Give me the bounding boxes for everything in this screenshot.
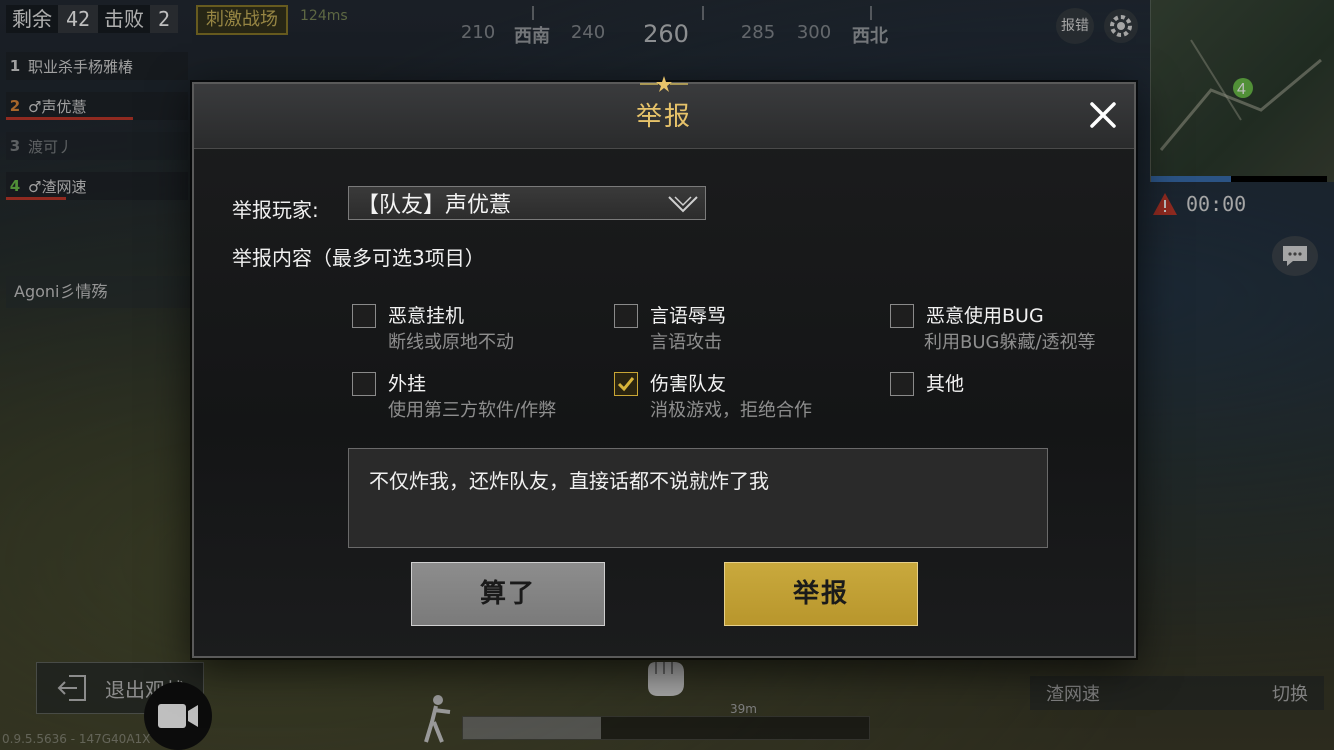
option-desc: 消极游戏，拒绝合作 — [650, 400, 812, 421]
option-title: 外挂 — [388, 373, 427, 395]
star-ornament-icon — [640, 76, 688, 92]
option-bug-abuse[interactable]: 恶意使用BUG 利用BUG躲藏/透视等 — [890, 304, 1096, 354]
checkbox[interactable] — [614, 304, 638, 328]
option-title: 恶意挂机 — [388, 305, 465, 327]
content-label: 举报内容（最多可选3项目） — [232, 246, 485, 270]
dialog-header: 举报 — [194, 76, 1134, 149]
option-title: 伤害队友 — [650, 373, 727, 395]
option-title: 恶意使用BUG — [926, 305, 1044, 327]
option-desc: 利用BUG躲藏/透视等 — [924, 332, 1096, 353]
dialog-title: 举报 — [635, 102, 692, 132]
checkbox[interactable] — [890, 304, 914, 328]
player-select[interactable]: 【队友】声优薏 — [348, 186, 706, 220]
option-team-damage[interactable]: 伤害队友 消极游戏，拒绝合作 — [614, 372, 812, 422]
checkbox[interactable] — [352, 372, 376, 396]
option-title: 其他 — [926, 373, 965, 395]
checkbox[interactable] — [614, 372, 638, 396]
player-label: 举报玩家: — [232, 198, 319, 222]
option-cheating[interactable]: 外挂 使用第三方软件/作弊 — [352, 372, 556, 422]
report-comment-field[interactable]: 不仅炸我，还炸队友，直接话都不说就炸了我 — [348, 448, 1048, 548]
cancel-button[interactable]: 算了 — [411, 562, 605, 626]
option-title: 言语辱骂 — [650, 305, 727, 327]
option-other[interactable]: 其他 — [890, 372, 964, 400]
option-afk[interactable]: 恶意挂机 断线或原地不动 — [352, 304, 514, 354]
checkbox[interactable] — [352, 304, 376, 328]
player-select-value: 【队友】声优薏 — [357, 193, 512, 218]
checkbox[interactable] — [890, 372, 914, 396]
submit-report-button[interactable]: 举报 — [724, 562, 918, 626]
close-icon — [1090, 102, 1116, 128]
chevron-down-icon — [668, 196, 698, 213]
option-desc: 断线或原地不动 — [388, 332, 514, 353]
option-desc: 言语攻击 — [650, 332, 722, 353]
option-desc: 使用第三方软件/作弊 — [388, 400, 557, 421]
checkmark-icon — [617, 377, 635, 392]
close-button[interactable] — [1086, 98, 1120, 132]
report-dialog: 举报 举报玩家: 【队友】声优薏 举报内容（最多可选3项目） 恶意挂机 断线或原… — [192, 76, 1136, 658]
option-verbal-abuse[interactable]: 言语辱骂 言语攻击 — [614, 304, 726, 354]
